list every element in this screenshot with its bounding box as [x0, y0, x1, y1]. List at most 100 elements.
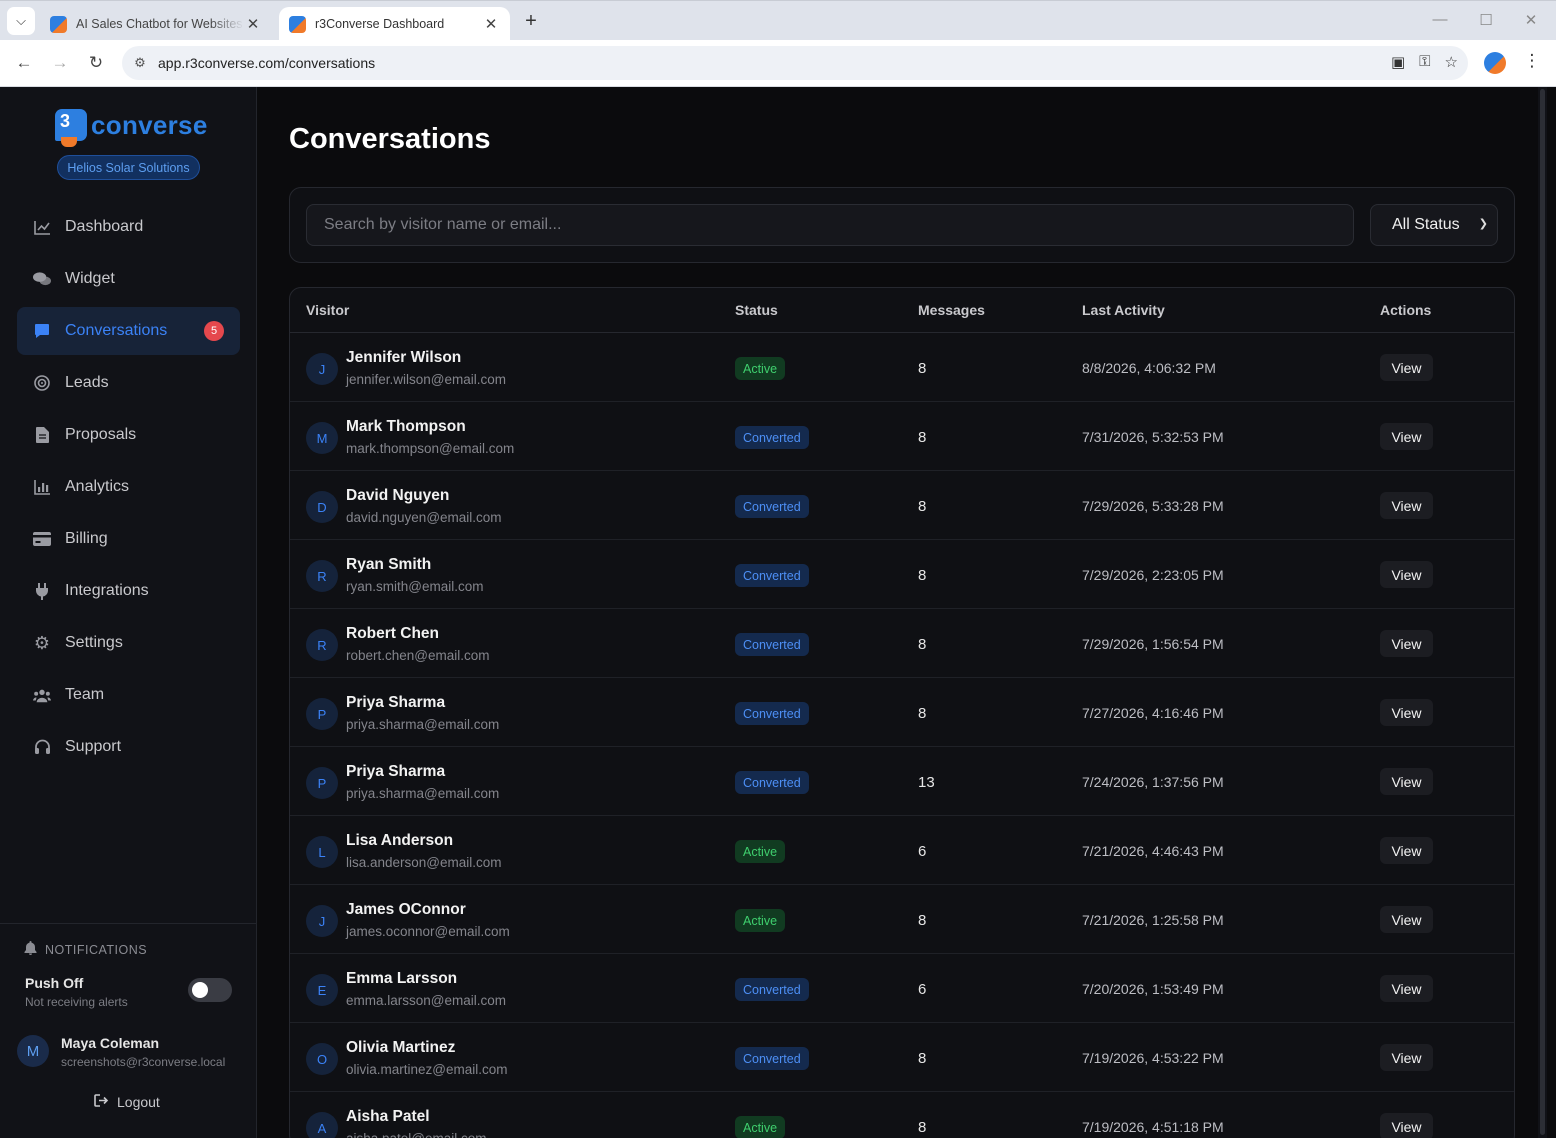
message-count: 8 — [918, 567, 927, 584]
sidebar-item-leads[interactable]: Leads — [17, 359, 240, 407]
view-conversation-button[interactable]: View — [1380, 1044, 1433, 1071]
column-header-actions: Actions — [1380, 302, 1432, 318]
sidebar-item-label: Leads — [65, 374, 109, 391]
user-avatar: M — [17, 1035, 49, 1067]
view-conversation-button[interactable]: View — [1380, 1113, 1433, 1138]
users-icon — [33, 686, 51, 704]
sidebar-item-analytics[interactable]: Analytics — [17, 463, 240, 511]
visitor-avatar: E — [306, 974, 338, 1006]
new-tab-plus-icon[interactable]: + — [520, 11, 542, 33]
app-root: 3 converse Helios Solar Solutions Dashbo… — [0, 87, 1556, 1138]
status-filter-select[interactable]: All Status ❯ — [1370, 204, 1498, 246]
sidebar-item-proposals[interactable]: Proposals — [17, 411, 240, 459]
bookmark-star-icon[interactable]: ☆ — [1445, 53, 1458, 71]
visitor-avatar: A — [306, 1112, 338, 1138]
table-row[interactable]: M Mark Thompson mark.thompson@email.com Con… — [290, 402, 1514, 471]
logout-label: Logout — [117, 1094, 160, 1110]
table-row[interactable]: R Ryan Smith ryan.smith@email.com Converted… — [290, 540, 1514, 609]
column-header-messages: Messages — [918, 302, 985, 318]
page-scrollbar[interactable] — [1538, 87, 1547, 1138]
headset-icon — [33, 738, 51, 756]
visitor-name: Ryan Smith — [346, 556, 432, 573]
user-name: Maya Coleman — [61, 1035, 160, 1051]
table-row[interactable]: O Olivia Martinez olivia.martinez@email.co… — [290, 1023, 1514, 1092]
visitor-name: Priya Sharma — [346, 694, 446, 711]
view-conversation-button[interactable]: View — [1380, 975, 1433, 1002]
last-activity: 7/31/2026, 5:32:53 PM — [1082, 429, 1224, 445]
conversations-table: Visitor Status Messages Last Activity Ac… — [289, 287, 1515, 1138]
table-row[interactable]: D David Nguyen david.nguyen@email.com Conve… — [290, 471, 1514, 540]
close-tab-icon[interactable]: ✕ — [482, 15, 500, 33]
table-row[interactable]: P Priya Sharma priya.sharma@email.com Conve… — [290, 678, 1514, 747]
browser-menu-icon[interactable]: ⋮ — [1522, 51, 1542, 71]
visitor-avatar: M — [306, 422, 338, 454]
sidebar-item-team[interactable]: Team — [17, 671, 240, 719]
table-row[interactable]: E Emma Larsson emma.larsson@email.com Conve… — [290, 954, 1514, 1023]
sidebar-item-dashboard[interactable]: Dashboard — [17, 203, 240, 251]
view-conversation-button[interactable]: View — [1380, 837, 1433, 864]
visitor-email: robert.chen@email.com — [346, 648, 490, 663]
table-row[interactable]: J James OConnor james.oconnor@email.com Act… — [290, 885, 1514, 954]
close-window-icon[interactable]: ✕ — [1521, 11, 1541, 29]
push-notifications-toggle[interactable] — [188, 978, 232, 1002]
favicon-icon — [289, 15, 306, 33]
url-text[interactable]: app.r3converse.com/conversations — [158, 55, 375, 71]
chevron-down-icon: ❯ — [1478, 218, 1488, 230]
site-settings-icon[interactable]: ⚙ — [122, 55, 158, 71]
install-app-icon[interactable]: ▣ — [1391, 53, 1405, 71]
document-icon — [33, 426, 51, 444]
minimize-window-icon[interactable]: — — [1430, 11, 1450, 28]
view-conversation-button[interactable]: View — [1380, 699, 1433, 726]
view-conversation-button[interactable]: View — [1380, 423, 1433, 450]
visitor-avatar: J — [306, 905, 338, 937]
forward-arrow-icon[interactable]: → — [48, 51, 72, 75]
address-bar[interactable]: ⚙ app.r3converse.com/conversations ▣ ⚿ ☆ — [122, 46, 1468, 80]
sidebar-item-support[interactable]: Support — [17, 723, 240, 771]
sidebar-item-label: Analytics — [65, 478, 130, 495]
visitor-name: Aisha Patel — [346, 1108, 430, 1125]
sidebar-item-settings[interactable]: ⚙ Settings — [17, 619, 240, 667]
browser-tab-r3converse-dashboard[interactable]: r3Converse Dashboard ✕ — [279, 7, 510, 41]
logout-icon — [94, 1094, 109, 1110]
last-activity: 7/21/2026, 1:25:58 PM — [1082, 912, 1224, 928]
page-title: Conversations — [289, 123, 491, 155]
view-conversation-button[interactable]: View — [1380, 906, 1433, 933]
view-conversation-button[interactable]: View — [1380, 630, 1433, 657]
close-tab-icon[interactable]: ✕ — [244, 15, 262, 33]
sidebar-item-widget[interactable]: Widget — [17, 255, 240, 303]
visitor-email: david.nguyen@email.com — [346, 510, 502, 525]
logout-button[interactable]: Logout — [94, 1094, 160, 1110]
column-header-status: Status — [735, 302, 778, 318]
sidebar-item-billing[interactable]: Billing — [17, 515, 240, 563]
view-conversation-button[interactable]: View — [1380, 492, 1433, 519]
table-row[interactable]: P Priya Sharma priya.sharma@email.com Conve… — [290, 747, 1514, 816]
view-conversation-button[interactable]: View — [1380, 561, 1433, 588]
sidebar-item-integrations[interactable]: Integrations — [17, 567, 240, 615]
status-badge: Converted — [735, 564, 809, 587]
maximize-window-icon[interactable]: ☐ — [1476, 11, 1496, 29]
visitor-email: jennifer.wilson@email.com — [346, 372, 507, 387]
table-row[interactable]: R Robert Chen robert.chen@email.com Convert… — [290, 609, 1514, 678]
view-conversation-button[interactable]: View — [1380, 768, 1433, 795]
comment-icon — [33, 322, 51, 340]
search-input[interactable] — [306, 204, 1354, 246]
back-arrow-icon[interactable]: ← — [12, 51, 36, 75]
profile-avatar-icon[interactable] — [1484, 52, 1506, 74]
bell-icon — [24, 941, 37, 958]
browser-tab-ai-sales-chatbot[interactable]: AI Sales Chatbot for Websites – ✕ — [40, 7, 272, 41]
logo[interactable]: 3 converse — [55, 109, 208, 147]
table-row[interactable]: J Jennifer Wilson jennifer.wilson@email.co… — [290, 333, 1514, 402]
visitor-name: Lisa Anderson — [346, 832, 454, 849]
table-row[interactable]: A Aisha Patel aisha.patel@email.com Active 8… — [290, 1092, 1514, 1138]
password-key-icon[interactable]: ⚿ — [1419, 53, 1430, 71]
reload-icon[interactable]: ↻ — [84, 51, 108, 75]
tab-search-chevron-icon[interactable]: ⌵ — [7, 7, 35, 35]
unread-count-badge: 5 — [204, 321, 224, 341]
status-badge: Converted — [735, 426, 809, 449]
favicon-icon — [50, 15, 67, 33]
message-count: 6 — [918, 981, 927, 998]
view-conversation-button[interactable]: View — [1380, 354, 1433, 381]
status-badge: Converted — [735, 495, 809, 518]
table-row[interactable]: L Lisa Anderson lisa.anderson@email.com Act… — [290, 816, 1514, 885]
sidebar-item-conversations[interactable]: Conversations 5 — [17, 307, 240, 355]
